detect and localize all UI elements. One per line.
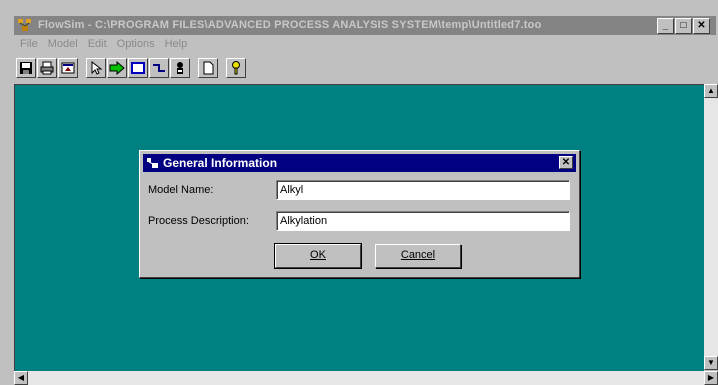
minimize-button[interactable]: _ xyxy=(657,18,674,34)
scroll-left-icon[interactable]: ◀ xyxy=(14,371,28,385)
help-icon xyxy=(232,61,240,75)
help-button[interactable] xyxy=(226,58,246,78)
dialog-title: General Information xyxy=(163,156,278,170)
menu-help[interactable]: Help xyxy=(165,36,188,53)
export-icon xyxy=(61,62,75,74)
toolbar xyxy=(14,56,716,82)
save-icon xyxy=(20,62,32,74)
print-button[interactable] xyxy=(37,58,57,78)
process-unit-icon xyxy=(109,61,125,75)
box-button[interactable] xyxy=(128,58,148,78)
application-window: FlowSim - C:\PROGRAM FILES\ADVANCED PROC… xyxy=(0,0,718,385)
dialog-app-icon xyxy=(147,158,158,168)
cancel-button[interactable]: Cancel xyxy=(375,244,461,268)
process-description-field[interactable]: Alkylation xyxy=(276,211,570,231)
pointer-icon xyxy=(91,61,103,75)
scroll-right-icon[interactable]: ▶ xyxy=(704,371,718,385)
menu-options[interactable]: Options xyxy=(117,36,155,53)
horizontal-scrollbar[interactable]: ◀ ▶ xyxy=(14,371,718,385)
scroll-down-icon[interactable]: ▼ xyxy=(704,356,718,370)
dialog-title-bar[interactable]: General Information ✕ xyxy=(143,154,576,172)
page-button[interactable] xyxy=(198,58,218,78)
model-name-label: Model Name: xyxy=(148,184,214,196)
menu-file[interactable]: File xyxy=(20,36,38,53)
title-bar[interactable]: FlowSim - C:\PROGRAM FILES\ADVANCED PROC… xyxy=(14,16,716,35)
general-information-dialog: General Information ✕ Model Name: Alkyl … xyxy=(139,150,580,278)
stream-button[interactable] xyxy=(149,58,169,78)
maximize-button[interactable]: □ xyxy=(675,18,692,34)
menu-edit[interactable]: Edit xyxy=(88,36,107,53)
scroll-up-icon[interactable]: ▲ xyxy=(704,84,718,98)
process-description-label: Process Description: xyxy=(148,215,249,227)
export-button[interactable] xyxy=(58,58,78,78)
dialog-close-button[interactable]: ✕ xyxy=(559,156,573,169)
menu-model[interactable]: Model xyxy=(48,36,78,53)
ok-button[interactable]: OK xyxy=(274,243,362,269)
window-title: FlowSim - C:\PROGRAM FILES\ADVANCED PROC… xyxy=(38,19,542,31)
stack-icon xyxy=(177,62,183,74)
page-icon xyxy=(203,61,214,75)
stream-icon xyxy=(153,64,165,72)
ok-button-label: OK xyxy=(310,249,326,261)
stack-button[interactable] xyxy=(170,58,190,78)
model-name-field[interactable]: Alkyl xyxy=(276,180,570,200)
print-icon xyxy=(40,61,54,75)
process-unit-button[interactable] xyxy=(107,58,127,78)
box-icon xyxy=(131,62,145,74)
menu-bar: File Model Edit Options Help xyxy=(14,36,718,53)
cancel-button-label: Cancel xyxy=(400,249,436,261)
vertical-scrollbar[interactable]: ▲ ▼ xyxy=(704,84,718,370)
save-button[interactable] xyxy=(16,58,36,78)
close-window-button[interactable]: ✕ xyxy=(693,18,710,34)
app-logo-icon xyxy=(18,19,31,31)
pointer-button[interactable] xyxy=(86,58,106,78)
